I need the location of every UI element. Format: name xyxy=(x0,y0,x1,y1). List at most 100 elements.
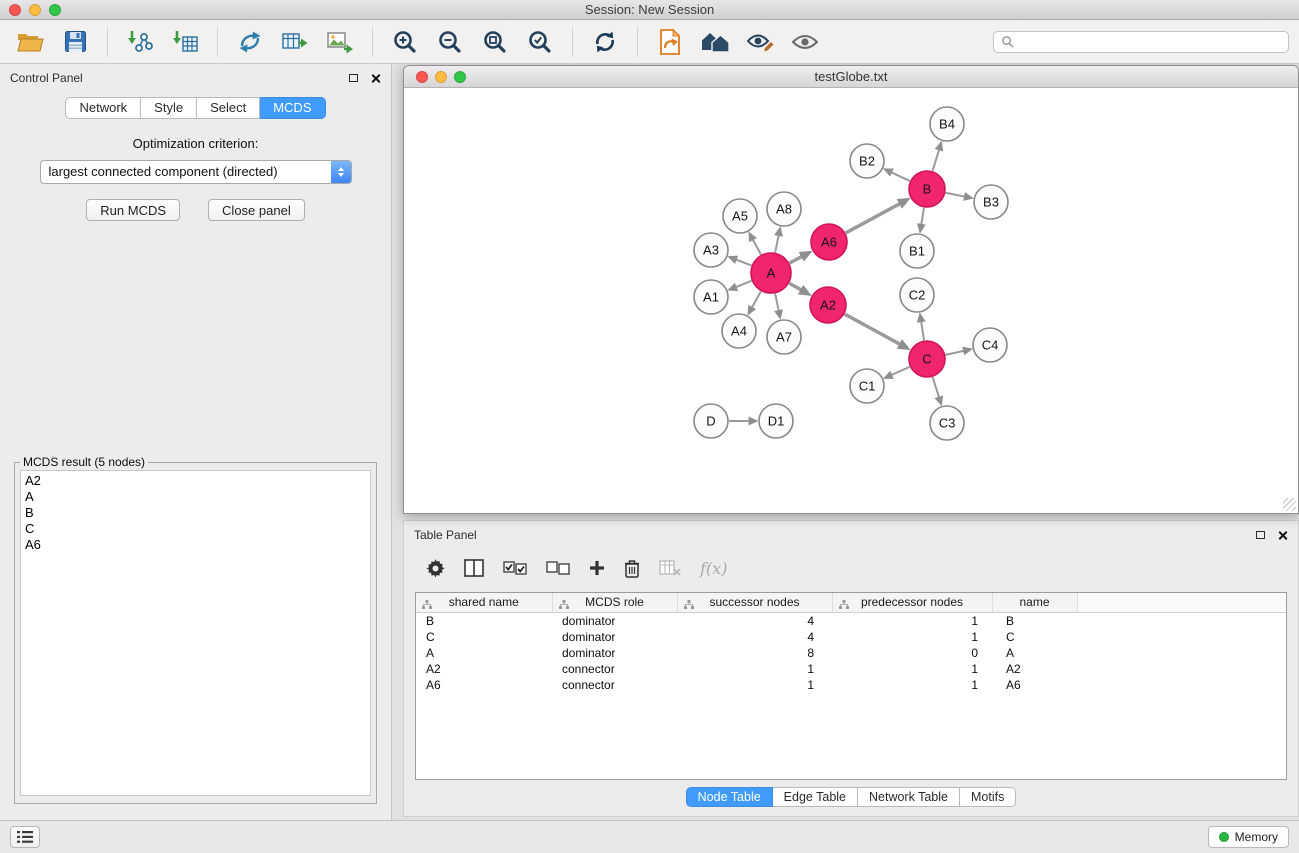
tab-mcds[interactable]: MCDS xyxy=(260,97,325,119)
graph-node-label: B4 xyxy=(939,117,955,132)
open-session-button[interactable] xyxy=(10,25,50,59)
column-header-successor-nodes[interactable]: successor nodes xyxy=(677,593,832,612)
mcds-result-item[interactable]: A2 xyxy=(21,473,370,489)
graph-node-label: B3 xyxy=(983,195,999,210)
graph-edge[interactable] xyxy=(736,281,751,287)
table-row[interactable]: A2connector11A2 xyxy=(416,661,1286,677)
zoom-window-icon[interactable] xyxy=(49,4,61,16)
birds-eye-view-button[interactable] xyxy=(695,25,735,59)
delete-column-button[interactable] xyxy=(624,559,640,578)
table-row[interactable]: Cdominator41C xyxy=(416,629,1286,645)
column-header-predecessor-nodes[interactable]: predecessor nodes xyxy=(832,593,992,612)
minimize-view-icon[interactable] xyxy=(435,71,447,83)
minimize-window-icon[interactable] xyxy=(29,4,41,16)
checked-boxes-icon xyxy=(503,561,527,575)
mcds-result-item[interactable]: B xyxy=(21,505,370,521)
delete-table-button[interactable] xyxy=(659,560,681,576)
graph-node-label: A xyxy=(767,266,776,281)
graph-edge[interactable] xyxy=(921,208,924,225)
show-hide-button[interactable] xyxy=(785,25,825,59)
tab-motifs[interactable]: Motifs xyxy=(960,787,1016,807)
graph-edge[interactable] xyxy=(845,314,900,344)
import-network-icon xyxy=(127,30,153,54)
import-table-button[interactable] xyxy=(165,25,205,59)
graph-edge[interactable] xyxy=(892,367,910,375)
toolbar-search[interactable] xyxy=(993,31,1289,53)
column-header-name[interactable]: name xyxy=(992,593,1077,612)
graph-edge[interactable] xyxy=(790,257,802,263)
close-panel-icon[interactable] xyxy=(370,73,381,84)
add-column-button[interactable] xyxy=(589,560,605,576)
network-view-title: testGlobe.txt xyxy=(404,66,1298,88)
column-header-mcds-role[interactable]: MCDS role xyxy=(552,593,677,612)
mcds-result-item[interactable]: A xyxy=(21,489,370,505)
float-panel-icon[interactable] xyxy=(349,74,358,82)
save-session-button[interactable] xyxy=(55,25,95,59)
graph-edge[interactable] xyxy=(846,204,900,233)
tab-network-table[interactable]: Network Table xyxy=(858,787,960,807)
graph-edge[interactable] xyxy=(921,322,924,341)
graph-edge[interactable] xyxy=(946,193,965,197)
trash-icon xyxy=(624,559,640,578)
refresh-button[interactable] xyxy=(585,25,625,59)
tab-select[interactable]: Select xyxy=(197,97,260,119)
tab-network[interactable]: Network xyxy=(65,97,141,119)
graph-edge[interactable] xyxy=(933,377,939,397)
close-view-icon[interactable] xyxy=(416,71,428,83)
app-title: Session: New Session xyxy=(0,0,1299,19)
node-table: shared name MCDS role successor nodes pr… xyxy=(416,593,1286,693)
criterion-dropdown[interactable]: largest connected component (directed) xyxy=(40,160,352,184)
clone-network-button[interactable] xyxy=(230,25,270,59)
search-input[interactable] xyxy=(1019,35,1281,49)
network-graph[interactable]: AA1A2A3A4A5A6A7A8BB1B2B3B4CC1C2C3C4DD1 xyxy=(404,89,1298,514)
graph-edge[interactable] xyxy=(933,150,939,171)
graph-edge[interactable] xyxy=(946,351,964,355)
graph-edge[interactable] xyxy=(775,294,778,311)
zoom-fit-button[interactable] xyxy=(475,25,515,59)
memory-button[interactable]: Memory xyxy=(1208,826,1289,848)
mcds-result-item[interactable]: A6 xyxy=(21,537,370,553)
float-table-panel-icon[interactable] xyxy=(1256,531,1265,539)
export-table-button[interactable] xyxy=(275,25,315,59)
column-header-shared-name[interactable]: shared name xyxy=(416,593,552,612)
network-canvas[interactable]: AA1A2A3A4A5A6A7A8BB1B2B3B4CC1C2C3C4DD1 xyxy=(404,89,1298,513)
close-panel-button[interactable]: Close panel xyxy=(208,199,305,221)
graph-edge[interactable] xyxy=(736,260,751,266)
table-toolbar: f(x) xyxy=(404,549,1298,587)
function-builder-button[interactable]: f(x) xyxy=(700,559,727,578)
memory-label: Memory xyxy=(1235,830,1278,844)
deselect-all-button[interactable] xyxy=(546,561,570,575)
node-table-container: shared name MCDS role successor nodes pr… xyxy=(415,592,1287,780)
show-columns-button[interactable] xyxy=(464,559,484,577)
import-network-button[interactable] xyxy=(120,25,160,59)
graph-edge[interactable] xyxy=(891,172,909,181)
resize-grip[interactable] xyxy=(1283,498,1296,511)
zoom-in-button[interactable] xyxy=(385,25,425,59)
table-settings-button[interactable] xyxy=(426,559,445,578)
graph-edge[interactable] xyxy=(789,283,801,290)
table-row[interactable]: A6connector11A6 xyxy=(416,677,1286,693)
close-window-icon[interactable] xyxy=(9,4,21,16)
zoom-selected-button[interactable] xyxy=(520,25,560,59)
graph-edge[interactable] xyxy=(775,235,778,252)
close-table-panel-icon[interactable] xyxy=(1277,530,1288,541)
mcds-result-item[interactable]: C xyxy=(21,521,370,537)
apply-layout-button[interactable] xyxy=(650,25,690,59)
task-history-button[interactable] xyxy=(10,826,40,848)
table-row[interactable]: Bdominator41B xyxy=(416,612,1286,629)
zoom-out-button[interactable] xyxy=(430,25,470,59)
edit-style-button[interactable] xyxy=(740,25,780,59)
graph-node-label: C2 xyxy=(909,288,926,303)
tab-node-table[interactable]: Node Table xyxy=(686,787,773,807)
tab-edge-table[interactable]: Edge Table xyxy=(773,787,858,807)
graph-edge[interactable] xyxy=(753,240,761,255)
select-all-button[interactable] xyxy=(503,561,527,575)
run-mcds-button[interactable]: Run MCDS xyxy=(86,199,180,221)
app-titlebar: Session: New Session xyxy=(0,0,1299,20)
export-image-button[interactable] xyxy=(320,25,360,59)
network-window-titlebar: testGlobe.txt xyxy=(404,66,1298,88)
zoom-view-icon[interactable] xyxy=(454,71,466,83)
table-row[interactable]: Adominator80A xyxy=(416,645,1286,661)
graph-edge[interactable] xyxy=(752,291,761,307)
tab-style[interactable]: Style xyxy=(141,97,197,119)
